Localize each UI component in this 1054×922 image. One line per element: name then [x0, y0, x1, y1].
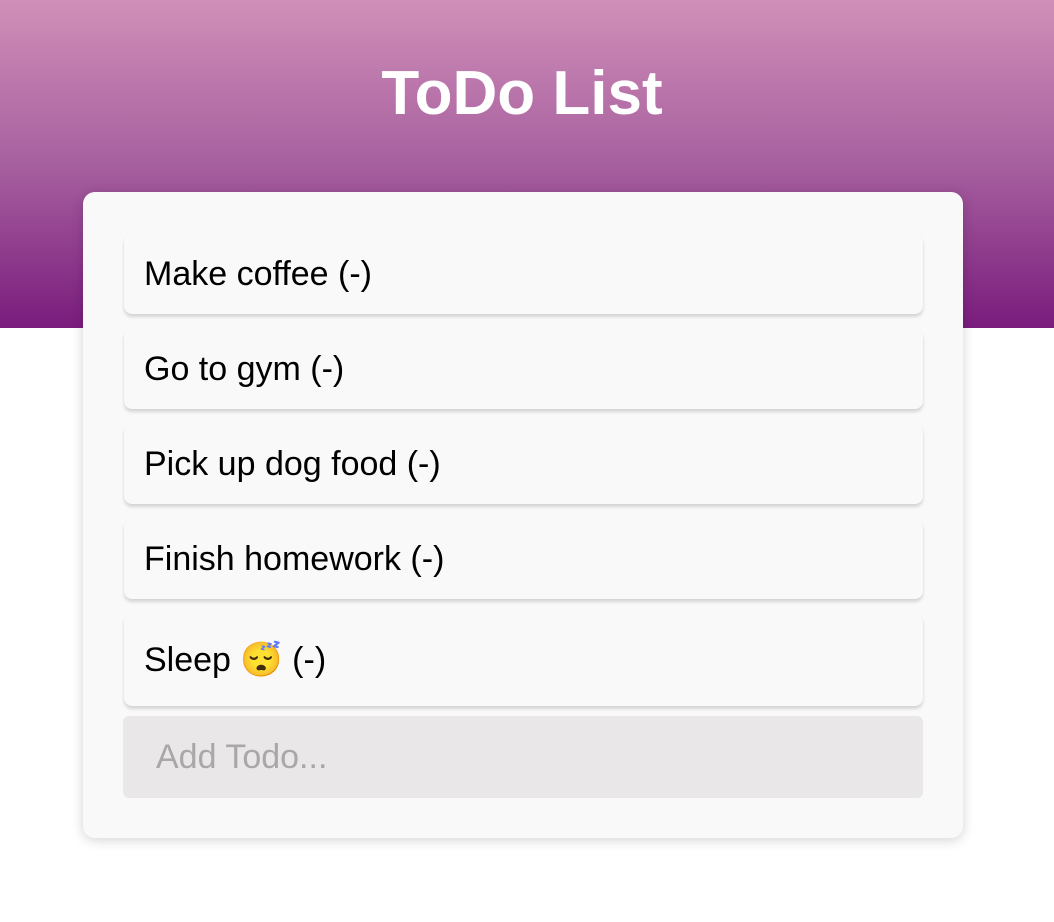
todo-item[interactable]: Finish homework (-): [124, 519, 923, 599]
page-title: ToDo List: [381, 59, 663, 128]
todo-list: Make coffee (-) Go to gym (-) Pick up do…: [124, 234, 923, 718]
todo-card: Make coffee (-) Go to gym (-) Pick up do…: [83, 192, 963, 838]
add-todo-input[interactable]: [123, 716, 923, 798]
todo-item[interactable]: Sleep 😴 (-): [124, 614, 923, 706]
todo-item[interactable]: Pick up dog food (-): [124, 424, 923, 504]
todo-item[interactable]: Make coffee (-): [124, 234, 923, 314]
todo-item[interactable]: Go to gym (-): [124, 329, 923, 409]
